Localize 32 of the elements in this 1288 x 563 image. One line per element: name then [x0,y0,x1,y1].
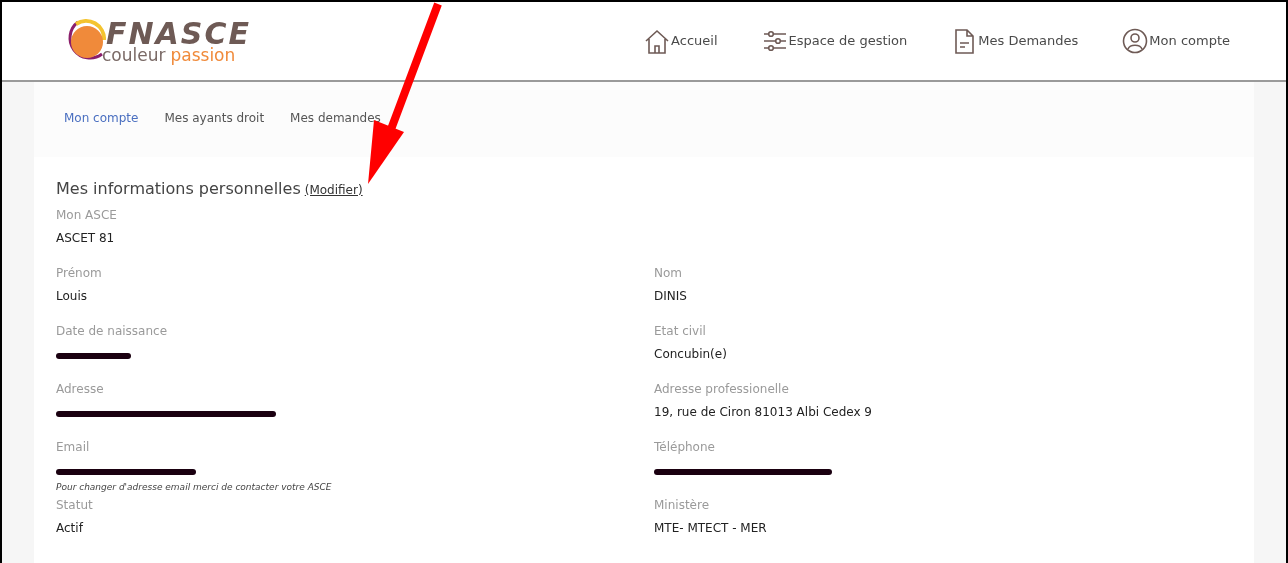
field-value: Concubin(e) [654,346,728,362]
field-value: Actif [56,520,85,536]
field-note: Pour changer d'adresse email merci de contacter votre ASCE [56,481,333,494]
nav-link[interactable]: Mes Demandes [951,27,1079,55]
home-icon [644,27,671,55]
logo-tagline: couleur [102,46,166,64]
logo-tagline: passion [170,46,236,64]
field-value: MTE- MTECT - MER [654,520,768,536]
field-label: Ministère [654,497,711,513]
field-label: Mon ASCE [56,207,118,223]
field-label: Email [56,439,91,455]
field-label: Téléphone [654,439,716,455]
field-label: Adresse [56,381,105,397]
tab[interactable]: Mes ayants droit [164,109,265,127]
nav-link[interactable]: Accueil [644,27,718,55]
field-label: Etat civil [654,323,707,339]
field-value: Louis [56,288,88,304]
user-icon [1122,27,1149,55]
field-label: Statut [56,497,94,513]
section-title: Mes informations personnelles [56,178,301,200]
field-value: 19, rue de Ciron 81013 Albi Cedex 9 [654,404,873,420]
field-label: Adresse professionelle [654,381,790,397]
nav-link[interactable]: Espace de gestion [761,27,908,55]
edit-link[interactable]: (Modifier) [304,181,363,199]
tab[interactable]: Mes demandes [290,109,381,127]
field-value: DINIS [654,288,688,304]
field-label: Prénom [56,265,103,281]
tab[interactable]: Mon compte [64,109,139,127]
field-value: ASCET 81 [56,230,116,246]
field-label: Nom [654,265,683,281]
nav-link[interactable]: Mon compte [1122,27,1230,55]
field-label: Date de naissance [56,323,169,339]
